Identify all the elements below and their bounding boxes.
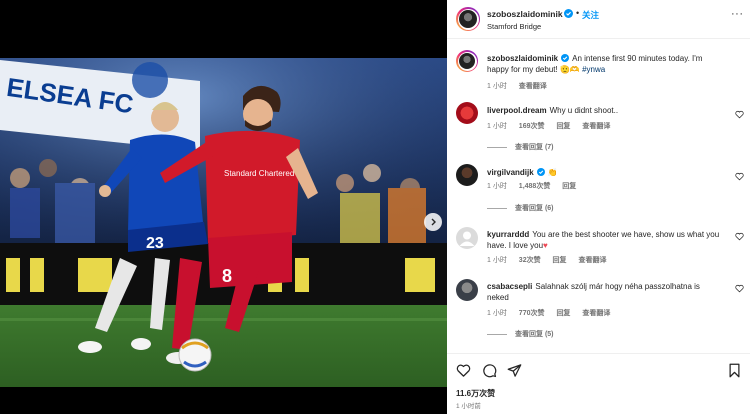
- comment-username[interactable]: virgilvandijk: [487, 168, 534, 177]
- bookmark-icon[interactable]: [728, 363, 741, 378]
- separator-dot: •: [576, 8, 580, 18]
- comment-like-count[interactable]: 1,488次赞: [519, 183, 551, 190]
- view-replies-button[interactable]: 查看回复 (7): [487, 142, 554, 152]
- follow-button[interactable]: 关注: [582, 9, 599, 21]
- heart-icon[interactable]: [735, 172, 744, 181]
- caption-username[interactable]: szoboszlaidominik: [487, 54, 558, 63]
- verified-badge-icon: [561, 54, 570, 62]
- avatar[interactable]: [456, 102, 478, 124]
- comment-username[interactable]: liverpool.dream: [487, 106, 547, 115]
- post-media: ELSEA FC 23 Standard Chartered 8: [0, 0, 447, 414]
- avatar[interactable]: [456, 279, 478, 301]
- heart-icon[interactable]: [735, 232, 744, 241]
- comment-text: virgilvandijk 👏: [487, 167, 722, 178]
- comment-text: liverpool.dream Why u didnt shoot..: [487, 105, 722, 116]
- avatar[interactable]: [456, 7, 480, 31]
- more-options-icon[interactable]: ···: [731, 8, 744, 20]
- see-translation-button[interactable]: 查看翻译: [519, 83, 547, 90]
- comment-time[interactable]: 1 小时: [487, 123, 507, 130]
- see-translation-button[interactable]: 查看翻译: [582, 123, 610, 130]
- heart-icon[interactable]: [735, 110, 744, 119]
- comment-text: csabacsepli Salahnak szólj már hogy néha …: [487, 281, 722, 303]
- comment-time[interactable]: 1 小时: [487, 310, 507, 317]
- comment-meta: 1 小时 770次赞 回复 查看翻译: [487, 308, 620, 318]
- comment-meta: 1 小时 1,488次赞 回复: [487, 181, 586, 191]
- post-side-panel: szoboszlaidominik • 关注 Stamford Bridge ·…: [447, 0, 750, 414]
- post-photo[interactable]: ELSEA FC 23 Standard Chartered 8: [0, 58, 447, 387]
- post-username[interactable]: szoboszlaidominik: [487, 9, 563, 19]
- comment-body: 👏: [547, 168, 558, 177]
- default-avatar-icon: [459, 231, 475, 246]
- comment-body: Why u didnt shoot..: [549, 106, 619, 115]
- comment-meta: 1 小时 32次赞 回复 查看翻译: [487, 255, 617, 265]
- comment-text: kyurrarddd You are the best shooter we ha…: [487, 229, 722, 251]
- post-timestamp[interactable]: 1 小时前: [456, 400, 481, 410]
- verified-badge-icon: [536, 168, 545, 176]
- reply-button[interactable]: 回复: [556, 123, 570, 130]
- shirt-sponsor: Standard Chartered: [224, 169, 294, 178]
- comment-like-count[interactable]: 32次赞: [519, 257, 541, 264]
- caption-emoji: 🫡🫶: [559, 65, 580, 74]
- avatar[interactable]: [456, 50, 478, 72]
- post-header: szoboszlaidominik • 关注 Stamford Bridge ·…: [447, 0, 750, 39]
- comment-meta: 1 小时 169次赞 回复 查看翻译: [487, 121, 620, 131]
- view-replies-button[interactable]: 查看回复 (6): [487, 203, 554, 213]
- caption-text: szoboszlaidominik An intense first 90 min…: [487, 53, 722, 75]
- football-photo-illustration: ELSEA FC 23 Standard Chartered 8: [0, 58, 447, 387]
- next-photo-button[interactable]: [424, 213, 442, 231]
- caption-time[interactable]: 1 小时: [487, 83, 507, 90]
- comment-time[interactable]: 1 小时: [487, 183, 507, 190]
- reply-button[interactable]: 回复: [553, 257, 567, 264]
- avatar[interactable]: [456, 164, 478, 186]
- comment-username[interactable]: kyurrarddd: [487, 230, 529, 239]
- see-translation-button[interactable]: 查看翻译: [579, 257, 607, 264]
- share-icon[interactable]: [507, 363, 522, 378]
- see-translation-button[interactable]: 查看翻译: [582, 310, 610, 317]
- post-like-count[interactable]: 11.6万次赞: [456, 388, 495, 399]
- caption-hashtag[interactable]: #ynwa: [582, 65, 605, 74]
- comment-like-count[interactable]: 770次赞: [519, 310, 545, 317]
- comment-time[interactable]: 1 小时: [487, 257, 507, 264]
- comment-icon[interactable]: [482, 363, 497, 378]
- verified-badge-icon: [564, 9, 573, 18]
- avatar[interactable]: [456, 227, 478, 249]
- player-shirt-number: 8: [222, 266, 232, 286]
- chevron-right-icon: [431, 218, 436, 226]
- view-replies-button[interactable]: 查看回复 (5): [487, 329, 554, 339]
- comment-username[interactable]: csabacsepli: [487, 282, 532, 291]
- opponent-shirt-number: 23: [146, 235, 164, 252]
- post-location[interactable]: Stamford Bridge: [487, 22, 541, 31]
- comment-like-count[interactable]: 169次赞: [519, 123, 545, 130]
- red-heart-emoji: ♥: [543, 241, 548, 250]
- football: [178, 338, 212, 372]
- heart-icon[interactable]: [735, 284, 744, 293]
- caption-meta: 1 小时 查看翻译: [487, 81, 557, 91]
- reply-button[interactable]: 回复: [562, 183, 576, 190]
- reply-button[interactable]: 回复: [556, 310, 570, 317]
- post-actions: 11.6万次赞 1 小时前: [447, 353, 750, 414]
- heart-icon[interactable]: [456, 363, 471, 378]
- comments-list[interactable]: szoboszlaidominik An intense first 90 min…: [447, 40, 750, 353]
